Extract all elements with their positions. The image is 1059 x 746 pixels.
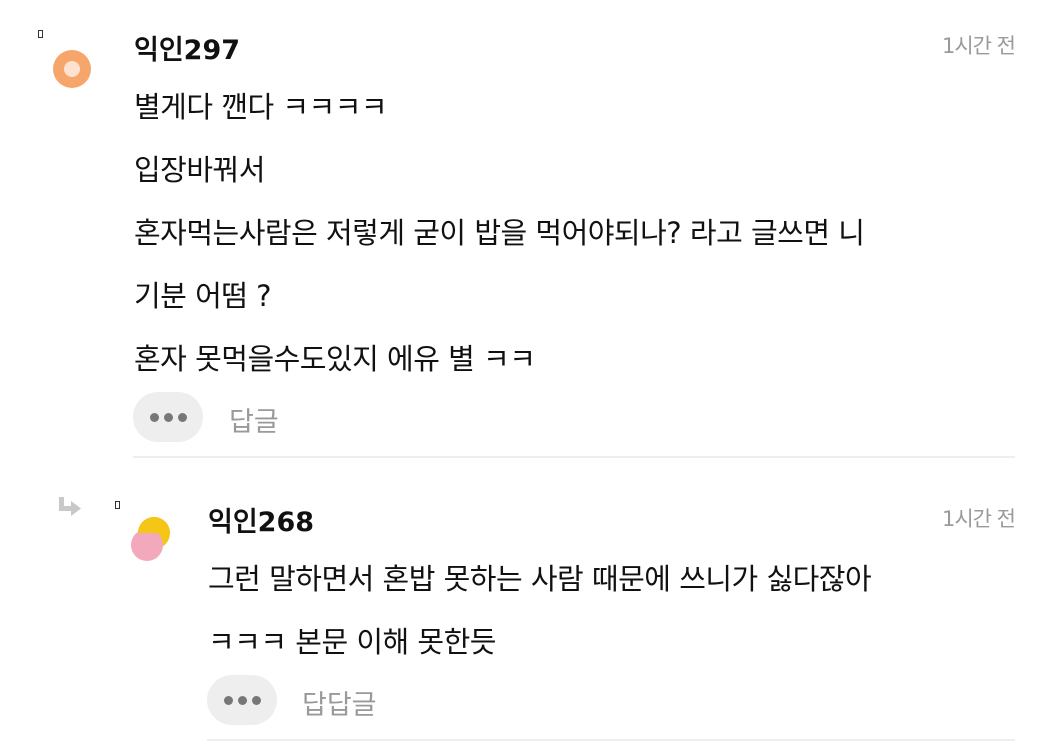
more-options-icon — [147, 412, 189, 422]
comment-text-line: 혼자 못먹을수도있지 에유 별 ㅋㅋ — [134, 342, 536, 376]
comment-text-line: 혼자먹는사람은 저렇게 굳이 밥을 먹어야되나? 라고 글쓰면 니 — [134, 216, 865, 250]
more-options-button[interactable] — [207, 675, 277, 725]
reply-button[interactable]: 답답글 — [302, 683, 377, 722]
more-options-button[interactable] — [133, 392, 203, 442]
comment-author[interactable]: 익인297 — [134, 28, 240, 67]
avatar[interactable] — [127, 516, 173, 562]
comment-author[interactable]: 익인268 — [208, 500, 314, 539]
comment-timestamp: 1시간 전 — [942, 34, 1016, 58]
comment-divider — [133, 456, 1015, 458]
reply-arrow-icon — [57, 497, 83, 517]
comment-text-line: 그런 말하면서 혼밥 못하는 사람 때문에 쓰니가 싫다잖아 — [208, 562, 872, 596]
checkbox-marker[interactable] — [115, 501, 120, 509]
reply-button[interactable]: 답글 — [229, 400, 279, 439]
avatar-icon — [131, 517, 170, 561]
checkbox-marker[interactable] — [38, 30, 43, 38]
comment-text-line: ㅋㅋㅋ 본문 이해 못한듯 — [208, 625, 496, 659]
comment-text-line: 입장바꿔서 — [134, 153, 265, 187]
avatar[interactable] — [53, 50, 91, 88]
avatar-icon — [53, 50, 91, 88]
comment-divider — [207, 739, 1015, 741]
comment-text-line: 기분 어떰 ? — [134, 279, 272, 313]
comment-timestamp: 1시간 전 — [942, 507, 1016, 531]
comment-text-line: 별게다 깬다 ㅋㅋㅋㅋ — [134, 90, 388, 124]
more-options-icon — [221, 695, 263, 705]
